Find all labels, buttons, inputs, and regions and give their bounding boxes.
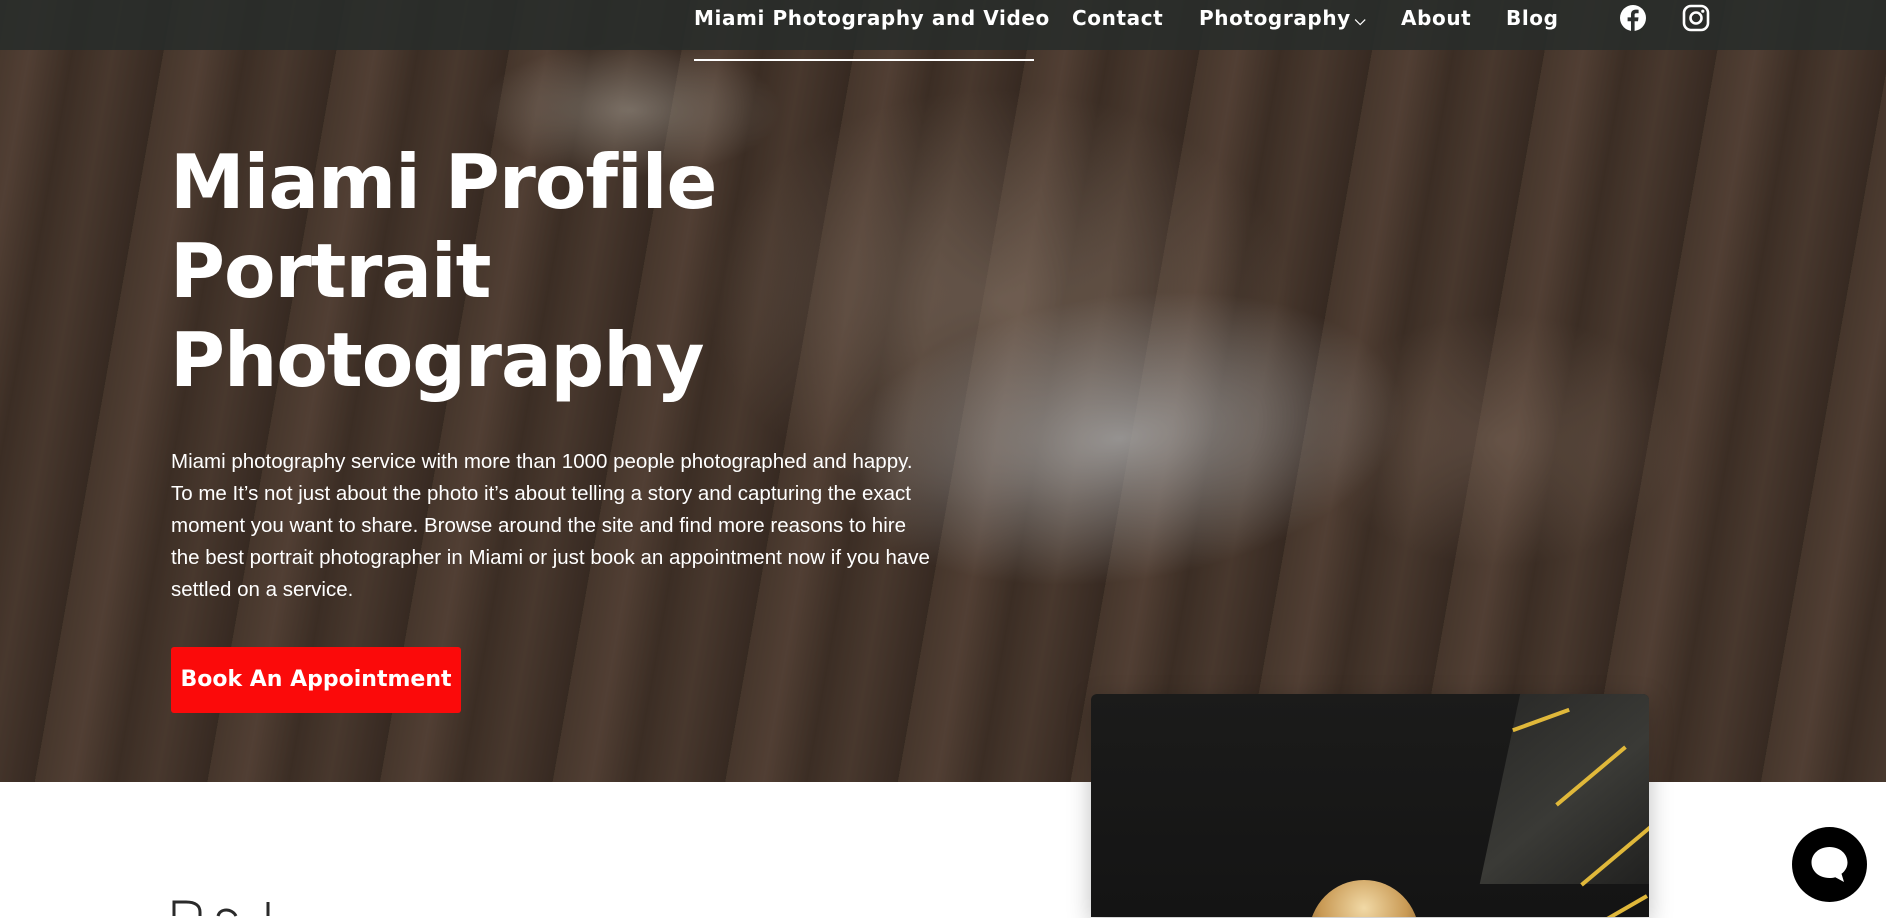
hero-description: Miami photography service with more than…: [171, 450, 930, 601]
book-appointment-button[interactable]: Book An Appointment: [171, 647, 461, 713]
studio-umbrella: [1479, 694, 1649, 884]
instagram-icon[interactable]: [1682, 4, 1710, 32]
chat-button[interactable]: [1792, 827, 1867, 902]
umbrella-stripe: [1594, 894, 1648, 917]
page-title-line-3: Photography: [170, 316, 705, 404]
nav-item-miami-photography-and-video[interactable]: Miami Photography and Video: [694, 3, 1050, 33]
page-title: Miami Profile Portrait Photography: [170, 138, 810, 405]
nav-item-about[interactable]: About: [1401, 3, 1471, 33]
person-head: [1309, 880, 1419, 917]
chat-bubble-icon: [1811, 847, 1848, 882]
chevron-down-icon: ⌵: [1354, 13, 1367, 29]
photographer-photo: [1091, 694, 1649, 917]
page-title-line-1: Miami Profile: [170, 138, 717, 226]
nav-item-photography[interactable]: Photography ⌵: [1199, 3, 1366, 33]
nav-active-underline: [694, 59, 1034, 61]
nav-item-blog[interactable]: Blog: [1506, 3, 1559, 33]
facebook-icon[interactable]: [1619, 4, 1647, 32]
nav-item-photography-label: Photography: [1199, 6, 1351, 30]
nav-item-contact[interactable]: Contact: [1072, 3, 1163, 33]
page-title-line-2: Portrait: [170, 227, 492, 315]
